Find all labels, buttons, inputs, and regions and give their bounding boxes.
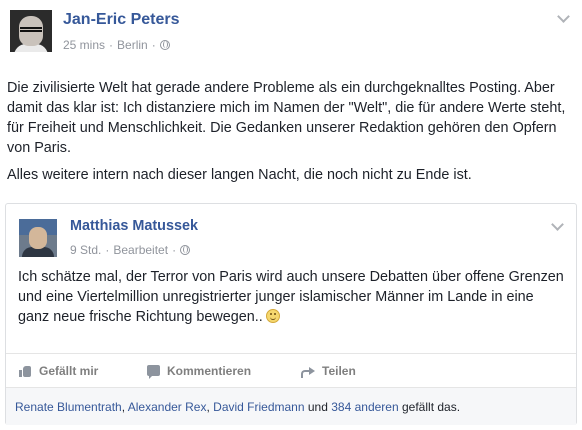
avatar-glasses xyxy=(20,27,42,32)
smiley-icon xyxy=(265,309,280,323)
globe-icon[interactable] xyxy=(159,40,170,50)
shared-author-avatar[interactable] xyxy=(19,219,57,257)
post-time[interactable]: 25 mins xyxy=(63,38,105,52)
shared-text: Ich schätze mal, der Terror von Paris wi… xyxy=(18,267,566,327)
meta-separator: · xyxy=(109,38,114,52)
post-paragraph: Alles weitere intern nach dieser langen … xyxy=(7,167,472,183)
chevron-down-icon[interactable] xyxy=(557,10,570,23)
shared-meta: 9 Std. · Bearbeitet · xyxy=(70,243,191,257)
action-bar: Gefällt mir Kommentieren Teilen xyxy=(6,353,576,387)
likes-suffix: gefällt das. xyxy=(402,400,461,414)
others-count-link[interactable]: 384 anderen xyxy=(331,400,398,414)
likes-summary: Renate Blumentrath, Alexander Rex, David… xyxy=(6,387,576,425)
post-location[interactable]: Berlin xyxy=(117,38,148,52)
comment-icon xyxy=(147,365,160,379)
meta-separator: · xyxy=(105,243,110,257)
meta-separator: · xyxy=(172,243,177,257)
thumbs-up-icon xyxy=(19,365,32,377)
liker-link[interactable]: David Friedmann xyxy=(213,400,304,414)
chevron-down-icon[interactable] xyxy=(551,218,564,231)
post-paragraph: Die zivilisierte Welt hat gerade andere … xyxy=(7,80,566,156)
likes-comma: , xyxy=(206,400,210,414)
facebook-post: Jan-Eric Peters 25 mins · Berlin · Die z… xyxy=(0,0,582,430)
shared-body-text: Ich schätze mal, der Terror von Paris wi… xyxy=(18,269,564,325)
avatar-face xyxy=(29,227,47,249)
shared-time[interactable]: 9 Std. xyxy=(70,243,101,257)
like-label: Gefällt mir xyxy=(39,363,99,378)
likes-and: und xyxy=(307,400,328,414)
share-button[interactable]: Teilen xyxy=(301,364,356,378)
shared-edited[interactable]: Bearbeitet xyxy=(113,243,168,257)
liker-link[interactable]: Renate Blumentrath xyxy=(15,400,122,414)
share-label: Teilen xyxy=(322,363,356,378)
post-body: Die zivilisierte Welt hat gerade andere … xyxy=(7,78,575,185)
meta-separator: · xyxy=(151,38,156,52)
share-arrow-icon xyxy=(301,366,315,378)
comment-button[interactable]: Kommentieren xyxy=(147,363,252,379)
post-author-name[interactable]: Jan-Eric Peters xyxy=(63,11,180,29)
like-button[interactable]: Gefällt mir xyxy=(19,364,98,378)
likes-comma: , xyxy=(121,400,126,414)
comment-label: Kommentieren xyxy=(167,363,252,378)
author-avatar[interactable] xyxy=(10,10,52,52)
shared-post: Matthias Matussek 9 Std. · Bearbeitet · … xyxy=(5,203,577,425)
post-meta: 25 mins · Berlin · xyxy=(63,38,170,52)
globe-icon[interactable] xyxy=(180,245,191,255)
liker-link[interactable]: Alexander Rex xyxy=(128,400,207,414)
shared-author-name[interactable]: Matthias Matussek xyxy=(70,218,198,234)
